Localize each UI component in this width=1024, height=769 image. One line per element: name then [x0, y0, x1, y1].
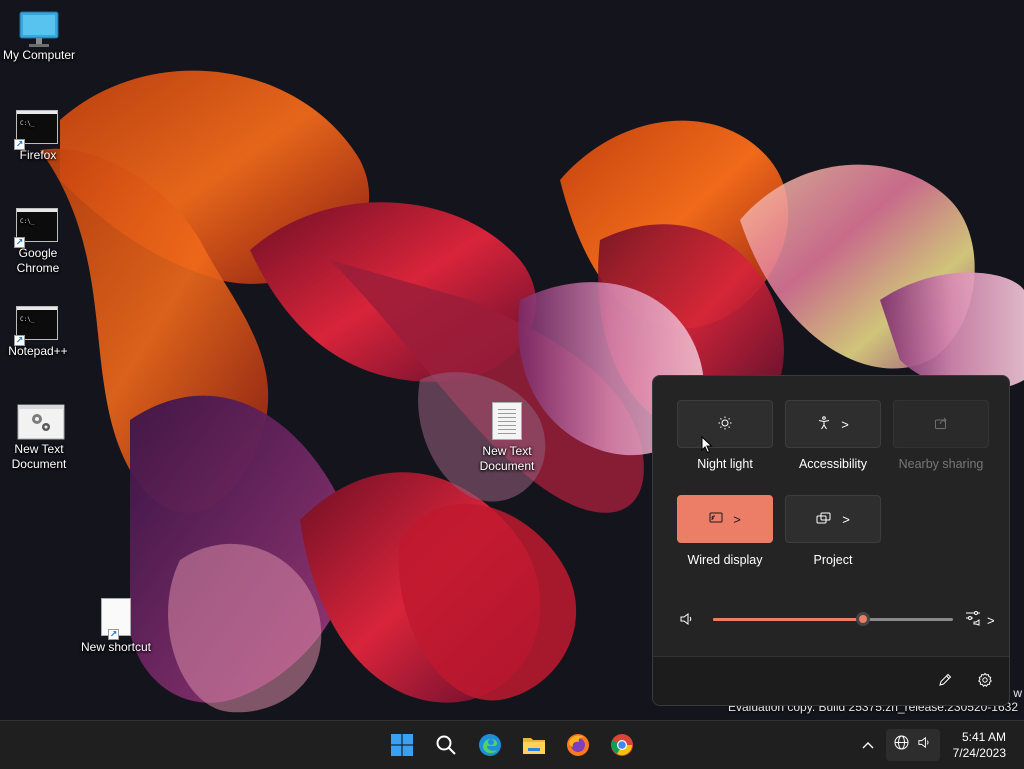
desktop-icon-new-shortcut[interactable]: ↗ New shortcut [79, 598, 153, 655]
desktop-icon-label: Google Chrome [16, 246, 60, 275]
project-icon [816, 512, 832, 527]
tile-accessibility[interactable]: > [785, 400, 881, 448]
shortcut-arrow-icon: ↗ [14, 139, 25, 150]
settings-window-icon [17, 404, 65, 440]
quick-settings-panel: Night light > Accessibility Nearby shari… [652, 375, 1010, 706]
desktop-icon-my-computer[interactable]: My Computer [2, 10, 76, 63]
speaker-icon[interactable] [679, 611, 695, 632]
pencil-icon[interactable] [937, 672, 953, 693]
desktop-icon-new-text-document-left[interactable]: New Text Document [2, 404, 76, 472]
chevron-right-icon[interactable]: > [733, 512, 741, 527]
tile-label: Project [813, 553, 853, 567]
monitor-icon [17, 10, 61, 47]
desktop-icon-firefox[interactable]: C:\_ ↗ Firefox [1, 110, 75, 163]
desktop-icon-label: New Text Document [11, 442, 67, 471]
system-tray-network-volume[interactable] [886, 729, 940, 761]
taskbar-clock[interactable]: 5:41 AM 7/24/2023 [953, 729, 1006, 761]
mouse-cursor [701, 435, 713, 459]
taskbar: 5:41 AM 7/24/2023 [0, 720, 1024, 769]
tile-label: Accessibility [798, 457, 868, 471]
desktop-icon-notepad-plus-plus[interactable]: C:\_ ↗ Notepad++ [1, 306, 75, 359]
chevron-right-icon[interactable]: > [841, 417, 849, 432]
terminal-icon: C:\_ ↗ [14, 306, 60, 346]
shortcut-arrow-icon: ↗ [14, 335, 25, 346]
globe-icon [894, 735, 909, 755]
desktop-icon-label: New Text Document [479, 444, 535, 473]
desktop-icon-google-chrome[interactable]: C:\_ ↗ Google Chrome [1, 208, 75, 276]
show-hidden-icons-chevron[interactable] [852, 729, 884, 761]
desktop-icon-label: Firefox [19, 148, 57, 162]
blank-file-icon: ↗ [94, 598, 138, 640]
tile-wired-display[interactable]: > [677, 495, 773, 543]
quick-settings-footer [653, 656, 1009, 705]
accessibility-icon [817, 415, 831, 433]
watermark-fragment: w [1013, 686, 1022, 700]
desktop-icon-label: New shortcut [80, 640, 152, 654]
gear-icon[interactable] [977, 672, 993, 693]
search-icon[interactable] [430, 729, 462, 761]
desktop-icon-label: My Computer [2, 48, 76, 62]
desktop-icon-new-text-document-center[interactable]: New Text Document [470, 402, 544, 474]
chevron-right-icon: > [987, 613, 995, 628]
share-icon [934, 416, 948, 433]
chevron-right-icon[interactable]: > [842, 512, 850, 527]
tile-label: Wired display [687, 553, 763, 567]
brightness-icon [718, 416, 732, 433]
clock-date: 7/24/2023 [952, 746, 1006, 760]
windows-start-icon[interactable] [386, 729, 418, 761]
sliders-speaker-icon [965, 610, 983, 631]
shortcut-arrow-icon: ↗ [108, 629, 119, 640]
cast-icon [709, 512, 723, 527]
file-explorer-icon[interactable] [518, 729, 550, 761]
tile-label: Night light [697, 457, 753, 471]
volume-slider[interactable] [713, 612, 953, 626]
chrome-icon[interactable] [606, 729, 638, 761]
terminal-icon: C:\_ ↗ [14, 110, 60, 150]
tile-label: Nearby sharing [898, 457, 984, 471]
terminal-icon: C:\_ ↗ [14, 208, 60, 248]
tile-night-light[interactable] [677, 400, 773, 448]
tile-nearby-sharing [893, 400, 989, 448]
speaker-icon [917, 735, 932, 755]
desktop-icon-label: Notepad++ [8, 344, 68, 358]
shortcut-arrow-icon: ↗ [14, 237, 25, 248]
tile-project[interactable]: > [785, 495, 881, 543]
text-document-icon [485, 402, 529, 440]
clock-time: 5:41 AM [961, 730, 1006, 744]
firefox-icon[interactable] [562, 729, 594, 761]
edge-icon[interactable] [474, 729, 506, 761]
volume-slider-fill [713, 618, 863, 621]
volume-slider-thumb[interactable] [856, 612, 870, 626]
audio-mixer-button[interactable]: > [965, 610, 995, 631]
